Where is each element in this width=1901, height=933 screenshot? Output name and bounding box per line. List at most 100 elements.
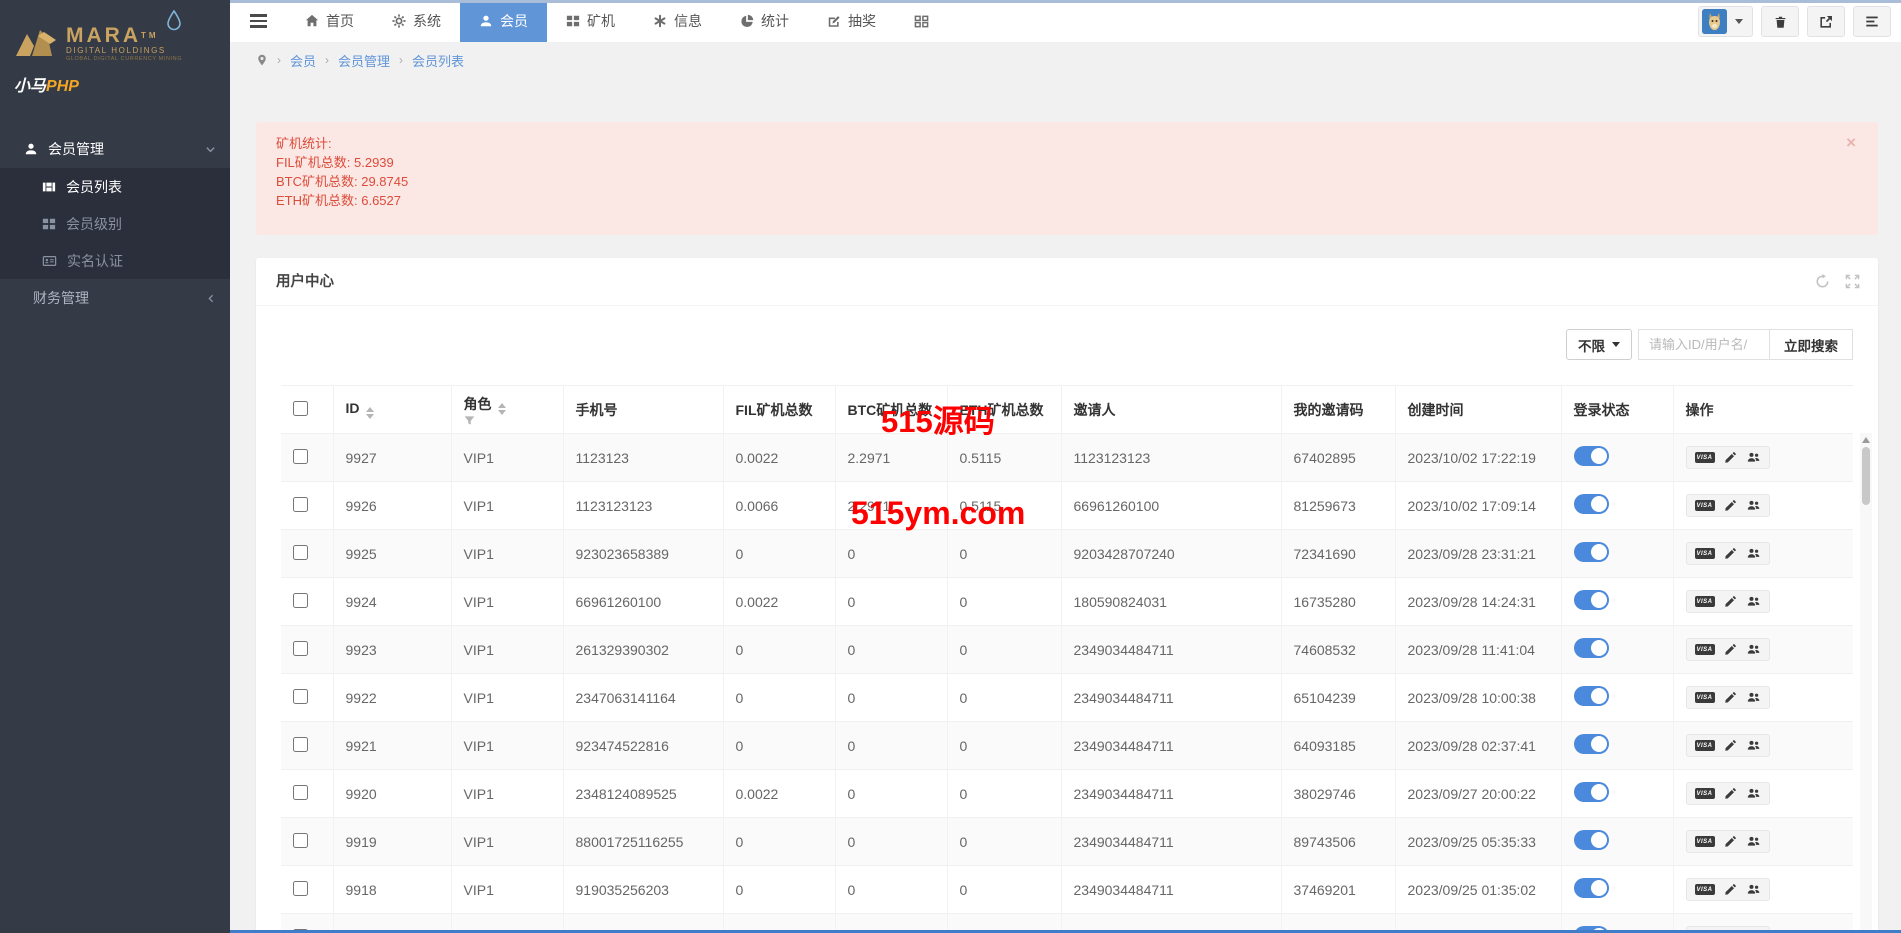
sidebar-toggle-button[interactable] [230, 0, 286, 42]
edit-button[interactable] [1724, 691, 1737, 704]
sort-icon[interactable] [366, 407, 374, 419]
row-actions: VISA [1686, 494, 1770, 517]
row-checkbox[interactable] [293, 785, 308, 800]
row-checkbox[interactable] [293, 497, 308, 512]
breadcrumb-link-member-management[interactable]: 会员管理 [338, 51, 390, 70]
nav-tab-member[interactable]: 会员 [460, 0, 547, 42]
members-button[interactable] [1746, 883, 1761, 896]
row-checkbox[interactable] [293, 641, 308, 656]
nav-tab-statistics[interactable]: 统计 [721, 0, 808, 42]
visa-card-button[interactable]: VISA [1695, 452, 1715, 463]
user-menu-button[interactable] [1698, 6, 1753, 37]
align-list-button[interactable] [1853, 6, 1891, 37]
row-checkbox[interactable] [293, 689, 308, 704]
breadcrumb-link-member[interactable]: 会员 [290, 51, 316, 70]
nav-tab-system[interactable]: 系统 [373, 0, 460, 42]
edit-button[interactable] [1724, 835, 1737, 848]
nav-tab-label: 统计 [761, 11, 789, 31]
login-status-toggle[interactable] [1574, 638, 1609, 658]
refresh-icon[interactable] [1815, 274, 1830, 289]
scrollbar-thumb[interactable] [1862, 447, 1870, 505]
row-checkbox[interactable] [293, 545, 308, 560]
visa-card-button[interactable]: VISA [1695, 548, 1715, 559]
members-button[interactable] [1746, 643, 1761, 656]
cell-role: VIP1 [451, 674, 563, 722]
select-all-checkbox[interactable] [293, 401, 308, 416]
login-status-toggle[interactable] [1574, 734, 1609, 754]
members-button[interactable] [1746, 739, 1761, 752]
filter-dropdown[interactable]: 不限 [1566, 329, 1632, 360]
sort-icon[interactable] [498, 403, 506, 415]
members-button[interactable] [1746, 787, 1761, 800]
panel-header: 用户中心 [256, 258, 1878, 306]
login-status-toggle[interactable] [1574, 446, 1609, 466]
nav-tab-apps[interactable] [895, 0, 948, 42]
search-button[interactable]: 立即搜索 [1769, 329, 1853, 360]
members-button[interactable] [1746, 547, 1761, 560]
edit-button[interactable] [1724, 499, 1737, 512]
cell-invite-code: 64093185 [1281, 722, 1395, 770]
login-status-toggle[interactable] [1574, 686, 1609, 706]
vertical-scrollbar[interactable] [1860, 433, 1872, 933]
sidebar-item-real-name-auth[interactable]: 实名认证 [0, 242, 230, 279]
edit-button[interactable] [1724, 739, 1737, 752]
row-checkbox[interactable] [293, 449, 308, 464]
login-status-toggle[interactable] [1574, 782, 1609, 802]
pen-icon [827, 14, 841, 28]
cell-invite-code: 65104239 [1281, 674, 1395, 722]
edit-button[interactable] [1724, 547, 1737, 560]
login-status-toggle[interactable] [1574, 590, 1609, 610]
row-checkbox[interactable] [293, 881, 308, 896]
trash-button[interactable] [1761, 6, 1799, 37]
nav-tab-home[interactable]: 首页 [286, 0, 373, 42]
cell-role: VIP1 [451, 482, 563, 530]
row-checkbox[interactable] [293, 737, 308, 752]
edit-button[interactable] [1724, 451, 1737, 464]
nav-tab-lottery[interactable]: 抽奖 [808, 0, 895, 42]
search-input[interactable] [1638, 329, 1769, 360]
user-icon [24, 142, 38, 156]
visa-card-button[interactable]: VISA [1695, 884, 1715, 895]
filter-icon[interactable] [464, 415, 551, 426]
members-button[interactable] [1746, 595, 1761, 608]
visa-card-button[interactable]: VISA [1695, 596, 1715, 607]
visa-card-button[interactable]: VISA [1695, 788, 1715, 799]
edit-button[interactable] [1724, 595, 1737, 608]
login-status-toggle[interactable] [1574, 830, 1609, 850]
row-checkbox[interactable] [293, 833, 308, 848]
users-icon [1746, 739, 1761, 752]
visa-card-button[interactable]: VISA [1695, 740, 1715, 751]
sidebar-group-member-management[interactable]: 会员管理 [0, 130, 230, 168]
cell-btc-total: 2.2971 [835, 482, 947, 530]
nav-tab-miner[interactable]: 矿机 [547, 0, 634, 42]
members-button[interactable] [1746, 835, 1761, 848]
members-button[interactable] [1746, 499, 1761, 512]
breadcrumb-link-member-list[interactable]: 会员列表 [412, 51, 464, 70]
edit-button[interactable] [1724, 787, 1737, 800]
sidebar-item-member-list[interactable]: 会员列表 [0, 168, 230, 205]
row-checkbox[interactable] [293, 593, 308, 608]
caret-down-icon [1612, 342, 1620, 347]
members-button[interactable] [1746, 451, 1761, 464]
sidebar-item-member-level[interactable]: 会员级别 [0, 205, 230, 242]
login-status-toggle[interactable] [1574, 542, 1609, 562]
cell-inviter: 9203428707240 [1061, 530, 1281, 578]
visa-card-button[interactable]: VISA [1695, 692, 1715, 703]
nav-tab-message[interactable]: 信息 [634, 0, 721, 42]
scroll-up-arrow-icon[interactable] [1862, 437, 1870, 443]
visa-card-button[interactable]: VISA [1695, 644, 1715, 655]
visa-card-button[interactable]: VISA [1695, 500, 1715, 511]
edit-button[interactable] [1724, 883, 1737, 896]
cell-inviter: 2349034484711 [1061, 722, 1281, 770]
visa-card-button[interactable]: VISA [1695, 836, 1715, 847]
table-row: 9921 VIP1 923474522816 0 0 0 23490344847… [281, 722, 1853, 770]
login-status-toggle[interactable] [1574, 494, 1609, 514]
alert-close-icon[interactable]: × [1846, 134, 1856, 151]
expand-icon[interactable] [1845, 274, 1860, 289]
sidebar-group-finance-management[interactable]: 财务管理 [0, 279, 230, 317]
members-button[interactable] [1746, 691, 1761, 704]
edit-button[interactable] [1724, 643, 1737, 656]
cell-inviter: 2349034484711 [1061, 818, 1281, 866]
login-status-toggle[interactable] [1574, 878, 1609, 898]
external-link-button[interactable] [1807, 6, 1845, 37]
